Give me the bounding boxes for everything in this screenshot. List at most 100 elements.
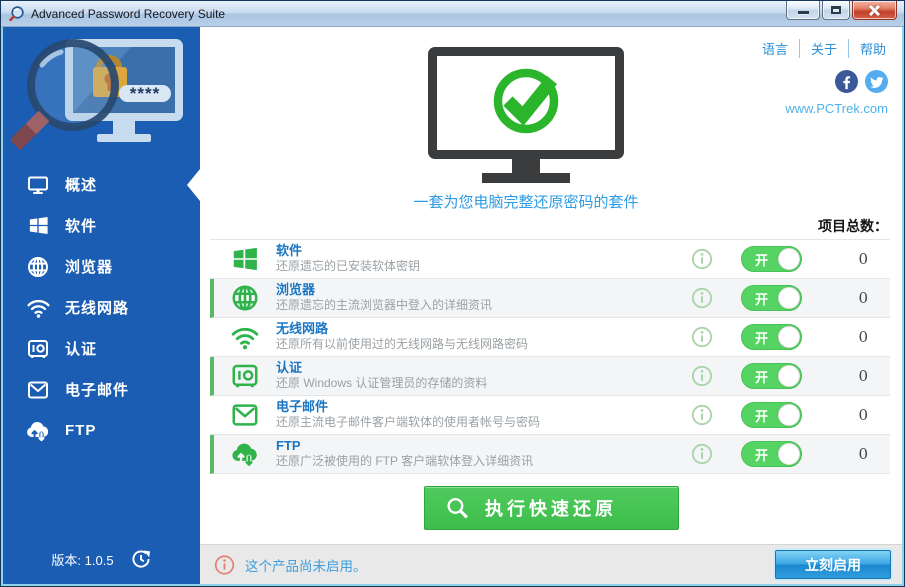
window-controls: [786, 1, 897, 20]
table-row-ftp: FTP 还原广泛被使用的 FTP 客户端软体登入详细资讯 开 0: [210, 435, 890, 474]
globe-icon: [25, 254, 51, 280]
sidebar-nav: 概述 软件 浏览器 无线网路 认证: [3, 164, 200, 451]
toggle-label: 开: [755, 445, 768, 464]
toggle-knob: [778, 443, 800, 465]
ftp-cloud-icon: [25, 418, 51, 444]
row-desc: 还原 Windows 认证管理员的存储的资料: [276, 377, 691, 391]
check-update-icon[interactable]: [130, 548, 152, 570]
sidebar-item-browser[interactable]: 浏览器: [3, 246, 200, 287]
row-count: 0: [802, 328, 890, 346]
logo-graphic: ****: [11, 35, 193, 153]
table-row-email: 电子邮件 还原主流电子邮件客户端软体的使用者帐号与密码 开 0: [210, 396, 890, 435]
sidebar-item-email[interactable]: 电子邮件: [3, 369, 200, 410]
windows-icon: [230, 244, 276, 274]
window-title: Advanced Password Recovery Suite: [31, 7, 225, 21]
minimize-icon: [798, 11, 809, 14]
toggle-knob: [778, 248, 800, 270]
toggle-switch[interactable]: 开: [741, 246, 802, 272]
app-icon: [8, 5, 25, 22]
info-icon[interactable]: [691, 365, 713, 387]
row-title: 电子邮件: [276, 400, 691, 415]
toggle-label: 开: [755, 367, 768, 386]
ftp-cloud-icon: [230, 439, 276, 469]
sidebar-item-label: 电子邮件: [65, 379, 129, 400]
feature-list: 软件 还原遗忘的已安装软体密钥 开 0 浏览器 还原遗忘的主流浏览器中登入的详细…: [210, 239, 890, 474]
hero-section: 一套为您电脑完整还原密码的套件: [200, 27, 877, 212]
monitor-check-graphic: [426, 47, 626, 185]
info-icon[interactable]: [691, 287, 713, 309]
quick-restore-button[interactable]: 执行快速还原: [424, 486, 679, 530]
close-icon: [868, 4, 881, 17]
info-icon[interactable]: [691, 326, 713, 348]
sidebar: **** 概述 软件: [3, 27, 200, 584]
app-logo: ****: [3, 27, 200, 158]
minimize-button[interactable]: [786, 1, 820, 20]
row-title: FTP: [276, 439, 691, 454]
row-title: 认证: [276, 361, 691, 376]
globe-icon: [230, 283, 276, 313]
safe-icon: [230, 361, 276, 391]
safe-icon: [25, 336, 51, 362]
toggle-knob: [778, 365, 800, 387]
total-items-label: 项目总数：: [200, 216, 902, 236]
version-label: 版本: 1.0.5: [51, 550, 113, 569]
table-row-browser: 浏览器 还原遗忘的主流浏览器中登入的详细资讯 开 0: [210, 279, 890, 318]
sidebar-item-label: FTP: [65, 422, 96, 439]
toggle-knob: [778, 326, 800, 348]
tagline: 一套为您电脑完整还原密码的套件: [413, 191, 638, 212]
row-desc: 还原所有以前使用过的无线网路与无线网路密码: [276, 338, 691, 352]
titlebar: Advanced Password Recovery Suite: [1, 1, 904, 27]
row-title: 无线网路: [276, 322, 691, 337]
table-row-credentials: 认证 还原 Windows 认证管理员的存储的资料 开 0: [210, 357, 890, 396]
sidebar-item-software[interactable]: 软件: [3, 205, 200, 246]
envelope-icon: [230, 400, 276, 430]
info-icon[interactable]: [691, 404, 713, 426]
active-arrow: [187, 169, 200, 201]
toggle-switch[interactable]: 开: [741, 441, 802, 467]
sidebar-item-ftp[interactable]: FTP: [3, 410, 200, 451]
row-count: 0: [802, 445, 890, 463]
quick-restore-label: 执行快速还原: [485, 499, 617, 519]
toggle-label: 开: [755, 289, 768, 308]
main-area: **** 概述 软件: [1, 27, 904, 586]
status-bar: 这个产品尚未启用。 立刻启用: [200, 544, 902, 584]
row-title: 软件: [276, 244, 691, 259]
toggle-label: 开: [755, 328, 768, 347]
row-count: 0: [802, 250, 890, 268]
sidebar-item-wireless[interactable]: 无线网路: [3, 287, 200, 328]
content-area: 语言 关于 帮助 www.PCTrek.com: [200, 27, 902, 584]
wifi-icon: [25, 295, 51, 321]
warning-info-icon: [214, 554, 235, 575]
sidebar-item-label: 概述: [65, 174, 97, 195]
wifi-icon: [230, 322, 276, 352]
sidebar-item-credentials[interactable]: 认证: [3, 328, 200, 369]
sidebar-item-label: 无线网路: [65, 297, 129, 318]
activate-now-button[interactable]: 立刻启用: [775, 550, 891, 579]
row-count: 0: [802, 406, 890, 424]
row-desc: 还原广泛被使用的 FTP 客户端软体登入详细资讯: [276, 455, 691, 469]
row-count: 0: [802, 367, 890, 385]
toggle-switch[interactable]: 开: [741, 363, 802, 389]
info-icon[interactable]: [691, 248, 713, 270]
search-icon: [445, 496, 470, 521]
sidebar-item-overview[interactable]: 概述: [3, 164, 200, 205]
toggle-switch[interactable]: 开: [741, 324, 802, 350]
table-row-software: 软件 还原遗忘的已安装软体密钥 开 0: [210, 240, 890, 279]
sidebar-footer: 版本: 1.0.5: [3, 538, 200, 584]
app-window: Advanced Password Recovery Suite ****: [0, 0, 905, 587]
toggle-knob: [778, 404, 800, 426]
toggle-switch[interactable]: 开: [741, 285, 802, 311]
row-title: 浏览器: [276, 283, 691, 298]
close-button[interactable]: [852, 1, 897, 20]
sidebar-item-label: 软件: [65, 215, 97, 236]
envelope-icon: [25, 377, 51, 403]
monitor-icon: [25, 172, 51, 198]
toggle-switch[interactable]: 开: [741, 402, 802, 428]
toggle-label: 开: [755, 406, 768, 425]
windows-icon: [25, 213, 51, 239]
password-mask: ****: [130, 84, 160, 103]
row-desc: 还原遗忘的主流浏览器中登入的详细资讯: [276, 299, 691, 313]
maximize-button[interactable]: [822, 1, 850, 20]
sidebar-item-label: 浏览器: [65, 256, 113, 277]
info-icon[interactable]: [691, 443, 713, 465]
